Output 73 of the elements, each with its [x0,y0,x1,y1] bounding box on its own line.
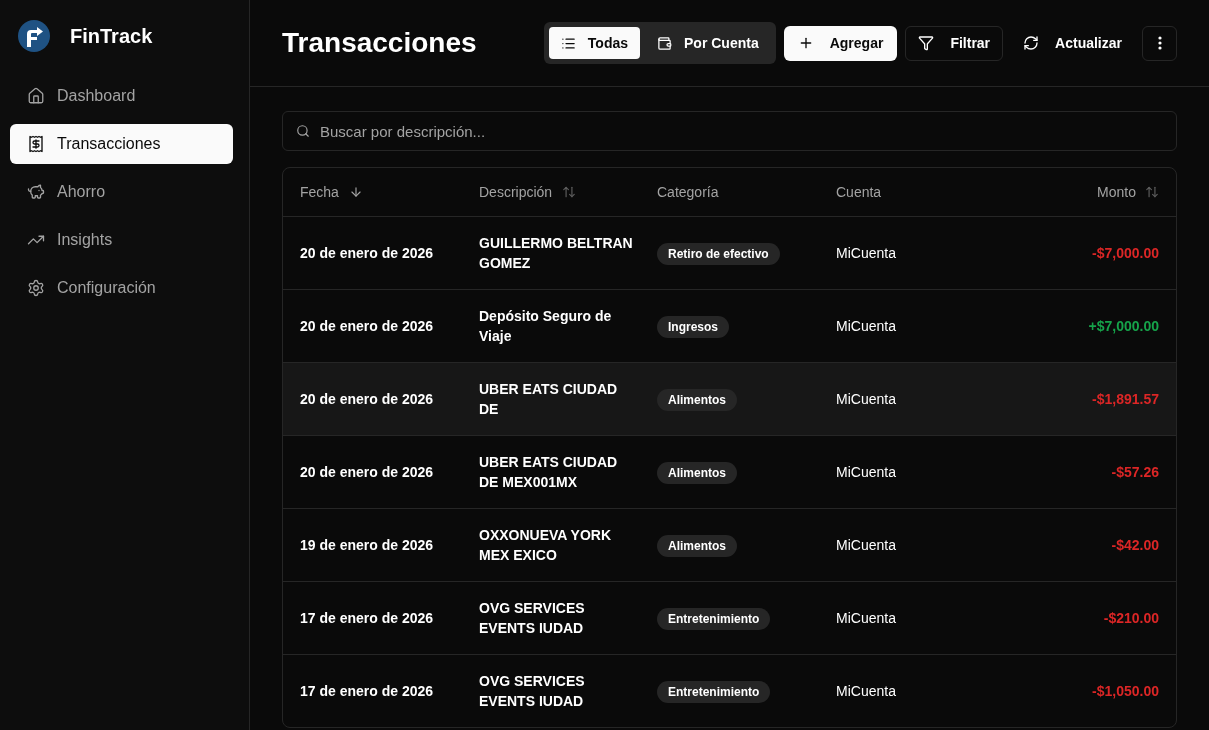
refresh-button[interactable]: Actualizar [1011,25,1134,61]
view-tab[interactable]: Por Cuenta [645,27,771,59]
house-icon [27,87,45,105]
category-badge: Entretenimiento [657,681,771,703]
table-row[interactable]: 20 de enero de 2026 GUILLERMO BELTRAN GOMEZ Retiro de efectivo MiCuenta -$7,000.00 [283,216,1176,289]
description-cell-text: OVG SERVICES EVENTS IUDAD [479,672,586,711]
category-badge: Retiro de efectivo [657,243,780,265]
receipt-icon [27,135,45,153]
category-badge: Ingresos [657,316,729,338]
amount-cell-text: -$7,000.00 [1092,244,1159,263]
description-cell-text: GUILLERMO BELTRAN GOMEZ [479,234,634,273]
date-cell-text: 17 de enero de 2026 [300,682,435,701]
settings-icon [27,279,45,297]
sort-icon[interactable] [562,185,577,199]
account-cell-text: MiCuenta [836,609,897,628]
nav-item[interactable]: Configuración [10,268,233,308]
description-cell-text: OXXONUEVA YORK MEX EXICO [479,526,612,565]
column-header[interactable]: Descripción [479,182,553,202]
column-header: Cuenta [836,183,882,202]
filter-icon [918,35,935,51]
amount-cell-text: -$1,891.57 [1092,390,1159,409]
table-row[interactable]: 17 de enero de 2026 OVG SERVICES EVENTS IUDAD Entretenimiento MiCuenta -$210.00 [283,581,1176,654]
amount-cell-text: -$42.00 [1111,536,1159,555]
date-cell-text: 20 de enero de 2026 [300,317,435,336]
view-tab[interactable]: Todas [548,27,640,59]
table-row[interactable]: 20 de enero de 2026 UBER EATS CIUDAD DE MEX001MX Alimentos MiCuenta -$57.26 [283,435,1176,508]
nav-item[interactable]: Ahorro [10,172,233,212]
refresh-icon [1023,35,1040,51]
piggy-bank-icon [27,183,45,201]
description-cell-text: UBER EATS CIUDAD DE [479,380,619,419]
category-badge: Entretenimiento [657,608,771,630]
search-field[interactable]: Buscar por descripción... [282,111,1177,151]
column-header: Categoría [657,183,719,202]
category-badge: Alimentos [657,535,737,557]
column-header[interactable]: Fecha [300,182,339,202]
logo-icon [18,20,50,52]
table-row[interactable]: 19 de enero de 2026 OXXONUEVA YORK MEX EXICO Alimentos MiCuenta -$42.00 [283,508,1176,581]
account-cell-text: MiCuenta [836,390,897,409]
category-badge: Alimentos [657,389,737,411]
account-cell-text: MiCuenta [836,536,897,555]
account-cell-text: MiCuenta [836,317,897,336]
search-icon [296,124,310,138]
column-header[interactable]: Monto [1097,182,1136,202]
amount-cell-text: -$1,050.00 [1092,682,1159,701]
more-button[interactable] [1142,25,1177,61]
brand-name: FinTrack [70,24,153,49]
category-badge: Alimentos [657,462,737,484]
sort-icon[interactable] [1145,185,1159,199]
date-cell-text: 17 de enero de 2026 [300,609,435,628]
more-icon [1157,36,1162,50]
date-cell-text: 19 de enero de 2026 [300,536,435,555]
account-cell-text: MiCuenta [836,244,897,263]
nav-item[interactable]: Insights [10,220,233,260]
list-icon [560,35,576,51]
amount-cell-text: +$7,000.00 [1088,317,1159,336]
page-title: Transacciones [282,26,477,60]
amount-cell-text: -$57.26 [1111,463,1159,482]
date-cell-text: 20 de enero de 2026 [300,244,435,263]
nav-item[interactable]: Dashboard [10,76,233,116]
table-row[interactable]: 17 de enero de 2026 OVG SERVICES EVENTS IUDAD Entretenimiento MiCuenta -$1,050.00 [283,654,1176,727]
filter-button[interactable]: Filtrar [905,25,1004,61]
add-button[interactable]: Agregar [783,25,898,61]
date-cell-text: 20 de enero de 2026 [300,463,435,482]
date-cell-text: 20 de enero de 2026 [300,390,435,409]
wallet-icon [657,35,672,51]
account-cell-text: MiCuenta [836,463,897,482]
description-cell-text: OVG SERVICES EVENTS IUDAD [479,599,586,638]
table-row[interactable]: 20 de enero de 2026 UBER EATS CIUDAD DE Alimentos MiCuenta -$1,891.57 [283,362,1176,435]
description-cell-text: UBER EATS CIUDAD DE MEX001MX [479,453,619,492]
description-cell-text: Depósito Seguro de Viaje [479,307,613,346]
nav-item[interactable]: Transacciones [10,124,233,164]
amount-cell-text: -$210.00 [1103,609,1159,628]
account-cell-text: MiCuenta [836,682,897,701]
